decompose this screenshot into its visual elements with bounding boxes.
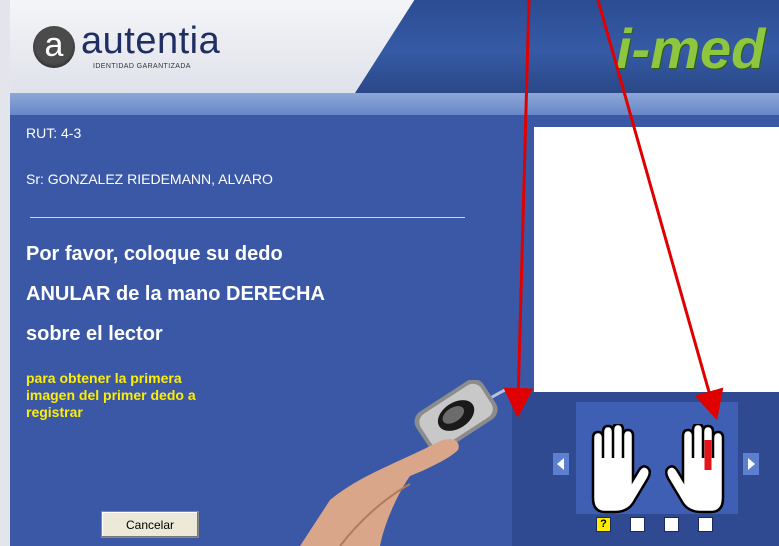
instruction-line-3: sobre el lector xyxy=(26,323,163,345)
selected-finger-marker xyxy=(704,440,712,470)
next-finger-button[interactable] xyxy=(743,453,759,475)
instruction-text: Por favor, coloque su dedo ANULAR de la … xyxy=(26,234,446,354)
divider xyxy=(30,217,465,218)
instruction-subtext: para obtener la primera imagen del prime… xyxy=(26,370,306,421)
imed-brand-logo: i-med xyxy=(616,17,766,80)
instruction-line-2: ANULAR de la mano DERECHA xyxy=(26,283,325,305)
instruction-line-1: Por favor, coloque su dedo xyxy=(26,243,283,265)
subtext-line-2: imagen del primer dedo a xyxy=(26,387,196,403)
header-band xyxy=(10,93,779,115)
autentia-logo-icon: a xyxy=(33,26,75,68)
fingerprint-preview xyxy=(534,127,779,392)
previous-finger-button[interactable] xyxy=(553,453,569,475)
left-edge xyxy=(0,0,10,546)
capture-slot-1: ? xyxy=(596,517,611,532)
rut-label: RUT: 4-3 xyxy=(26,125,82,141)
chevron-right-icon xyxy=(748,458,755,470)
enrollment-window: a autentia IDENTIDAD GARANTIZADA i-med R… xyxy=(0,0,779,546)
capture-slot-4 xyxy=(698,517,713,532)
subtext-line-3: registrar xyxy=(26,404,83,420)
autentia-logo-text: autentia xyxy=(81,20,221,62)
capture-slot-2 xyxy=(630,517,645,532)
chevron-left-icon xyxy=(557,458,564,470)
capture-slot-3 xyxy=(664,517,679,532)
autentia-tagline: IDENTIDAD GARANTIZADA xyxy=(93,63,191,70)
left-hand-icon[interactable] xyxy=(583,424,653,516)
patient-name: Sr: GONZALEZ RIEDEMANN, ALVARO xyxy=(26,171,273,187)
right-hand-icon[interactable] xyxy=(663,424,733,516)
fingerprint-reader-illustration xyxy=(300,380,506,546)
cancel-button[interactable]: Cancelar xyxy=(101,511,199,538)
subtext-line-1: para obtener la primera xyxy=(26,370,182,386)
